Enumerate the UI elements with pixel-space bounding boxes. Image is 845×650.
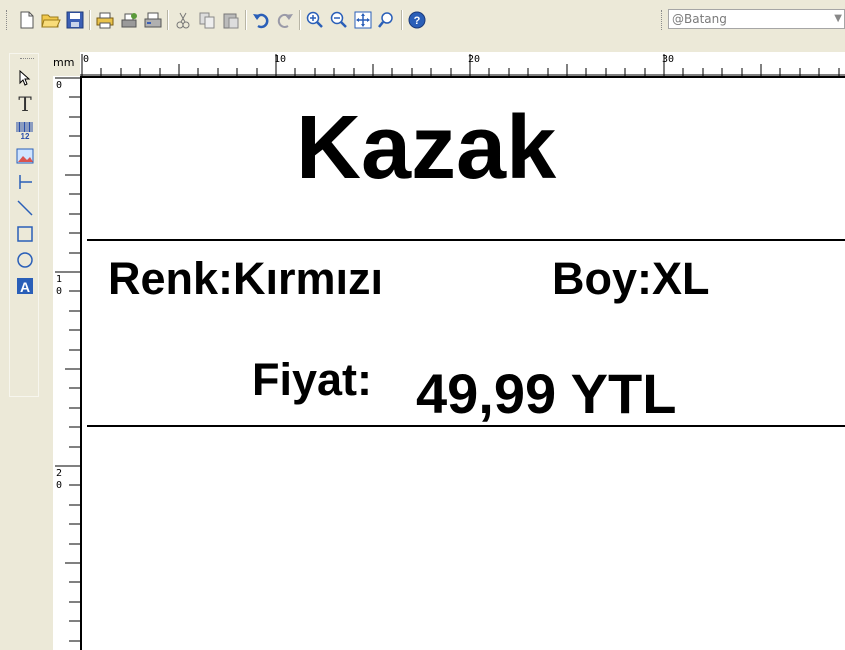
- horizontal-ruler: 0 10 20 30: [80, 52, 845, 76]
- toolbar-grip[interactable]: [661, 10, 665, 30]
- label-price-value[interactable]: 49,99 YTL: [416, 362, 676, 426]
- zoom-out-icon[interactable]: [329, 10, 349, 30]
- help-icon[interactable]: ?: [407, 10, 427, 30]
- fit-icon[interactable]: [353, 10, 373, 30]
- ellipse-icon[interactable]: [13, 248, 37, 272]
- image-tool-icon[interactable]: [13, 144, 37, 168]
- toolbar-separator: [299, 10, 301, 30]
- text-tool-glyph: T: [18, 92, 32, 116]
- open-icon[interactable]: [41, 10, 61, 30]
- print-setup-icon[interactable]: [95, 10, 115, 30]
- printer-setup-icon[interactable]: [119, 10, 139, 30]
- copy-icon[interactable]: [197, 10, 217, 30]
- toolbar-separator: [401, 10, 403, 30]
- chevron-down-icon[interactable]: ▼: [834, 10, 842, 28]
- h-ruler-label: 30: [662, 54, 675, 65]
- h-ruler-label: 0: [83, 54, 90, 65]
- toolbar-separator: [245, 10, 247, 30]
- label-divider-bottom[interactable]: [87, 425, 845, 427]
- label-size-text[interactable]: Boy:XL: [552, 252, 710, 306]
- tool-palette: T 12 A: [9, 53, 39, 397]
- palette-grip[interactable]: [20, 58, 34, 61]
- h-ruler-label: 20: [468, 54, 481, 65]
- v-ruler-label: 0: [56, 480, 63, 491]
- print-icon[interactable]: [143, 10, 163, 30]
- font-name-combo[interactable]: @Batang ▼: [668, 9, 845, 29]
- label-color-text[interactable]: Renk:Kırmızı: [108, 252, 383, 306]
- v-ruler-label: 0: [56, 80, 63, 91]
- zoom-select-icon[interactable]: [377, 10, 397, 30]
- new-icon[interactable]: [17, 10, 37, 30]
- font-name-value: @Batang: [672, 12, 727, 26]
- main-toolbar: ? @Batang ▼: [0, 0, 845, 40]
- toolbar-grip[interactable]: [6, 10, 10, 30]
- vertical-ruler: 0 1 0 2 0: [53, 76, 80, 650]
- label-price-label[interactable]: Fiyat:: [252, 353, 372, 407]
- paste-icon[interactable]: [221, 10, 241, 30]
- h-ruler-label: 10: [274, 54, 287, 65]
- label-title[interactable]: Kazak: [296, 98, 556, 198]
- ruler-unit: mm: [53, 56, 75, 69]
- save-icon[interactable]: [65, 10, 85, 30]
- vertical-line-icon[interactable]: [13, 170, 37, 194]
- text-tool-icon[interactable]: T: [13, 92, 37, 116]
- rectangle-icon[interactable]: [13, 222, 37, 246]
- shape-tool-icon[interactable]: A: [13, 274, 37, 298]
- svg-text:A: A: [20, 279, 30, 295]
- v-ruler-label: 2: [56, 468, 63, 479]
- cut-icon[interactable]: [173, 10, 193, 30]
- toolbar-separator: [167, 10, 169, 30]
- svg-text:?: ?: [414, 15, 421, 27]
- label-divider-top[interactable]: [87, 239, 845, 241]
- undo-icon[interactable]: [251, 10, 271, 30]
- pointer-icon[interactable]: [13, 66, 37, 90]
- v-ruler-label: 0: [56, 286, 63, 297]
- v-ruler-label: 1: [56, 274, 63, 285]
- diagonal-line-icon[interactable]: [13, 196, 37, 220]
- label-canvas[interactable]: Kazak Renk:Kırmızı Boy:XL Fiyat: 49,99 Y…: [80, 76, 845, 650]
- svg-text:12: 12: [21, 132, 30, 140]
- barcode-tool-icon[interactable]: 12: [13, 118, 37, 142]
- redo-icon[interactable]: [275, 10, 295, 30]
- zoom-in-icon[interactable]: [305, 10, 325, 30]
- toolbar-separator: [89, 10, 91, 30]
